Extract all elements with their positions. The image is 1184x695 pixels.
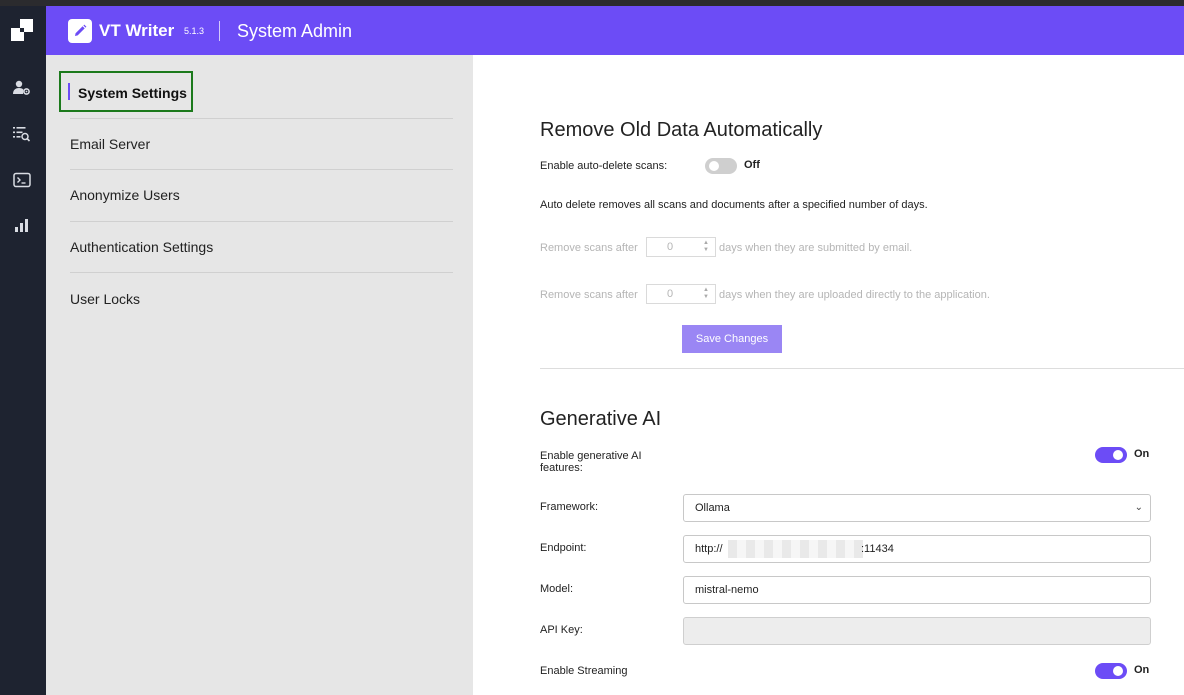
toggle-knob bbox=[1113, 450, 1123, 460]
settings-content: Remove Old Data Automatically Enable aut… bbox=[473, 55, 1184, 695]
upload-days-suffix: days when they are uploaded directly to … bbox=[719, 289, 990, 301]
page-title: System Admin bbox=[237, 21, 353, 41]
model-input[interactable]: mistral-nemo bbox=[683, 576, 1151, 604]
email-days-suffix: days when they are submitted by email. bbox=[719, 242, 913, 254]
endpoint-prefix: http:// bbox=[695, 543, 723, 555]
gen-ai-enable-label-line2: features: bbox=[540, 462, 583, 474]
gen-ai-toggle-state: On bbox=[1134, 448, 1150, 460]
api-key-label: API Key: bbox=[540, 624, 583, 636]
email-days-value: 0 bbox=[667, 241, 674, 253]
redacted-host bbox=[728, 540, 863, 558]
auto-delete-description: Auto delete removes all scans and docume… bbox=[540, 199, 928, 211]
nav-item-label: System Settings bbox=[78, 85, 187, 101]
endpoint-suffix: :11434 bbox=[861, 543, 894, 555]
streaming-label: Enable Streaming bbox=[540, 665, 628, 677]
email-days-prefix: Remove scans after bbox=[540, 242, 638, 254]
auto-delete-toggle-state: Off bbox=[744, 159, 760, 171]
section-title-auto-delete: Remove Old Data Automatically bbox=[540, 119, 823, 141]
bar-chart-icon[interactable] bbox=[11, 214, 33, 236]
model-label: Model: bbox=[540, 583, 574, 595]
search-list-icon[interactable] bbox=[11, 123, 33, 145]
section-divider bbox=[540, 368, 1184, 369]
spinner-icon[interactable]: ▲ ▼ bbox=[701, 287, 711, 301]
nav-item-label: Anonymize Users bbox=[70, 187, 180, 203]
auto-delete-toggle[interactable] bbox=[705, 158, 737, 174]
streaming-toggle-state: On bbox=[1134, 664, 1150, 676]
chevron-down-icon: ⌄ bbox=[1134, 502, 1143, 513]
model-value: mistral-nemo bbox=[695, 584, 759, 596]
auto-delete-toggle-label: Enable auto-delete scans: bbox=[540, 160, 668, 172]
framework-value: Ollama bbox=[695, 502, 730, 514]
user-settings-icon[interactable] bbox=[11, 77, 33, 99]
nav-item-label: User Locks bbox=[70, 291, 141, 307]
spinner-icon[interactable]: ▲ ▼ bbox=[701, 240, 711, 254]
nav-divider bbox=[70, 118, 453, 119]
pencil-icon bbox=[68, 19, 92, 43]
upload-days-prefix: Remove scans after bbox=[540, 289, 638, 301]
endpoint-label: Endpoint: bbox=[540, 542, 587, 554]
streaming-toggle[interactable] bbox=[1095, 663, 1127, 679]
app-version: 5.1.3 bbox=[184, 26, 205, 36]
app-name: VT Writer bbox=[99, 21, 175, 40]
nav-item-anonymize-users[interactable]: Anonymize Users bbox=[70, 187, 453, 222]
header-divider bbox=[219, 21, 220, 41]
api-key-input[interactable] bbox=[683, 617, 1151, 645]
icon-rail bbox=[0, 6, 46, 695]
settings-nav: System Settings Email Server Anonymize U… bbox=[46, 55, 473, 695]
nav-item-user-locks[interactable]: User Locks bbox=[70, 291, 453, 311]
nav-item-authentication-settings[interactable]: Authentication Settings bbox=[70, 239, 453, 273]
nav-item-email-server[interactable]: Email Server bbox=[70, 136, 453, 170]
active-indicator bbox=[68, 83, 70, 100]
gen-ai-toggle[interactable] bbox=[1095, 447, 1127, 463]
framework-label: Framework: bbox=[540, 501, 599, 513]
save-changes-button[interactable]: Save Changes bbox=[682, 325, 782, 353]
upload-days-value: 0 bbox=[667, 288, 674, 300]
email-days-input[interactable]: 0 ▲ ▼ bbox=[646, 237, 716, 257]
section-title-generative-ai: Generative AI bbox=[540, 408, 662, 430]
terminal-icon[interactable] bbox=[11, 169, 33, 191]
logo-icon[interactable] bbox=[11, 19, 33, 41]
framework-select[interactable]: Ollama ⌄ bbox=[683, 494, 1151, 522]
nav-item-label: Authentication Settings bbox=[70, 239, 214, 255]
upload-days-input[interactable]: 0 ▲ ▼ bbox=[646, 284, 716, 304]
nav-item-label: Email Server bbox=[70, 136, 151, 152]
toggle-knob bbox=[1113, 666, 1123, 676]
endpoint-input[interactable]: http:// :11434 bbox=[683, 535, 1151, 563]
toggle-knob bbox=[709, 161, 719, 171]
gen-ai-enable-label-line1: Enable generative AI bbox=[540, 450, 642, 462]
nav-item-system-settings[interactable]: System Settings bbox=[59, 71, 193, 112]
app-header: VT Writer 5.1.3 System Admin bbox=[46, 6, 1184, 55]
